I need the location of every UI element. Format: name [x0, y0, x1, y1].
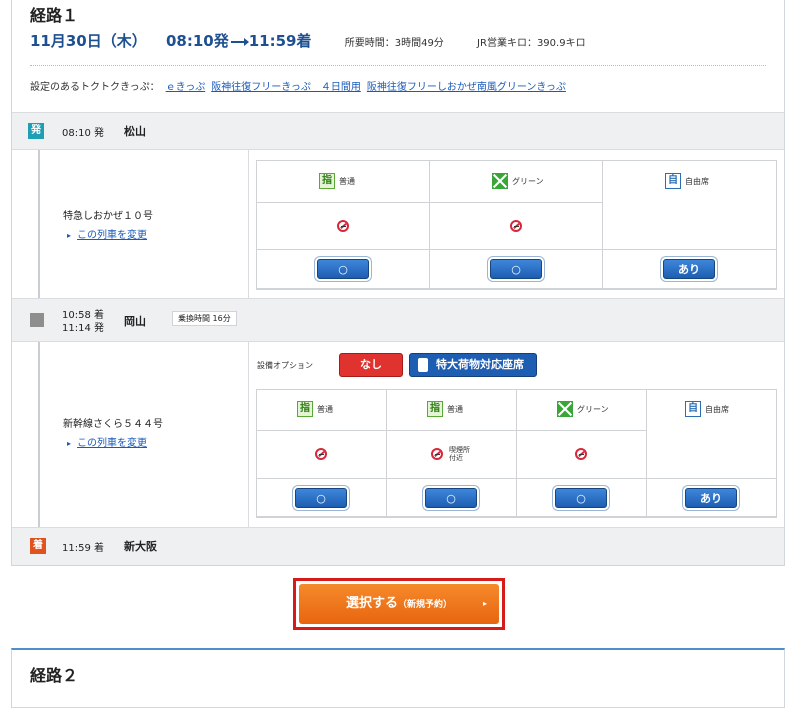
seat-select-cell: あり — [647, 479, 776, 517]
seat-type-cell: 自自由席 — [603, 161, 776, 250]
divider — [12, 341, 784, 342]
route-line — [38, 150, 40, 298]
tokutoku-tickets: 設定のあるトクトクきっぷ： ｅきっぷ 阪神往復フリーきっぷ ４日間用 阪神往復フリーし… — [30, 78, 566, 93]
seat-type-label: 自由席 — [685, 176, 709, 186]
select-route-button[interactable]: 選択する（新規予約） ▸ — [299, 584, 499, 624]
seat-type-label: 自由席 — [705, 404, 729, 414]
seat-status-cell — [257, 431, 387, 479]
unreserved-seat-icon: 自 — [685, 401, 701, 417]
chevron-right-icon: ▸ — [482, 599, 487, 608]
seat-select-cell: ○ — [430, 250, 603, 289]
tokutoku-link-hanshin-4day[interactable]: 阪神往復フリーきっぷ ４日間用 — [211, 82, 361, 93]
divider — [248, 342, 249, 527]
seat-status-cell — [517, 431, 647, 479]
seat-select-cell: ○ — [257, 479, 387, 517]
route-date: 11月30日（木） — [30, 32, 147, 50]
seat-type-cell: 自自由席 — [647, 390, 776, 479]
green-car-icon — [557, 401, 573, 417]
select-seat-button[interactable]: ○ — [295, 488, 347, 508]
select-seat-button[interactable]: ○ — [317, 259, 369, 279]
divider — [30, 65, 766, 66]
no-smoking-icon — [431, 448, 443, 460]
arrow-right-icon — [230, 37, 249, 46]
route-summary: 11月30日（木） 08:10発 11:59着 所要時間：3時間49分 JR営業キ… — [30, 30, 586, 51]
transfer-badge — [30, 313, 44, 327]
seat-type-cell: グリーン — [517, 390, 647, 431]
seat-type-label: 普通 — [447, 404, 463, 414]
seat-type-cell: グリーン — [430, 161, 603, 203]
route-title: 経路１ — [30, 6, 79, 25]
seat-type-cell: 指普通 — [257, 161, 430, 203]
train-name-2: 新幹線さくら５４４号 — [63, 419, 163, 430]
route-depart-time: 08:10発 — [165, 32, 229, 50]
transfer-time-badge: 乗換時間 16分 — [172, 311, 237, 326]
departure-time: 08:10 発 — [62, 128, 104, 139]
select-green-button[interactable]: ○ — [555, 488, 607, 508]
option-large-label: 特大荷物対応座席 — [436, 358, 524, 371]
smoking-room-note: 喫煙所 付近 — [449, 446, 470, 462]
departure-station-name: 松山 — [124, 125, 146, 138]
seat-type-cell: 指普通 — [387, 390, 517, 431]
reserved-seat-icon: 指 — [297, 401, 313, 417]
seat-status-cell — [430, 203, 603, 250]
option-large-luggage-button[interactable]: 特大荷物対応座席 — [409, 353, 537, 377]
seat-type-label: グリーン — [577, 404, 609, 414]
no-smoking-icon — [337, 220, 349, 232]
seat-select-cell: あり — [603, 250, 776, 289]
select-seat-button[interactable]: ○ — [425, 488, 477, 508]
arrival-station-name: 新大阪 — [124, 540, 157, 553]
route-line — [38, 342, 40, 527]
option-none-button[interactable]: なし — [339, 353, 403, 377]
seat-status-cell: 喫煙所 付近 — [387, 431, 517, 479]
divider — [12, 149, 784, 150]
seat-type-label: 普通 — [317, 404, 333, 414]
reserved-seat-icon: 指 — [319, 173, 335, 189]
seat-type-label: 普通 — [339, 176, 355, 186]
select-button-sub: （新規予約） — [398, 600, 453, 610]
arrival-time: 11:59 着 — [62, 543, 104, 554]
tokutoku-link-hanshin-green[interactable]: 阪神往復フリーしおかぜ南風グリーンきっぷ — [367, 82, 566, 93]
no-smoking-icon — [315, 448, 327, 460]
select-unreserved-button[interactable]: あり — [685, 488, 737, 508]
select-green-button[interactable]: ○ — [490, 259, 542, 279]
no-smoking-icon — [510, 220, 522, 232]
route-title-2: 経路２ — [30, 666, 79, 685]
train-name-1: 特急しおかぜ１０号 — [63, 211, 153, 222]
route-distance: JR営業キロ：390.9キロ — [477, 38, 586, 49]
unreserved-seat-icon: 自 — [665, 173, 681, 189]
change-train-link-2[interactable]: この列車を変更 — [67, 434, 147, 449]
divider — [248, 150, 249, 298]
select-button-label: 選択する — [345, 596, 398, 611]
seat-select-cell: ○ — [257, 250, 430, 289]
tokutoku-label: 設定のあるトクトクきっぷ： — [30, 82, 160, 93]
seat-select-cell: ○ — [387, 479, 517, 517]
seat-status-cell — [257, 203, 430, 250]
route-duration: 所要時間：3時間49分 — [344, 38, 444, 49]
luggage-icon — [418, 358, 428, 372]
arrival-badge: 着 — [30, 538, 46, 554]
seat-grid-2: 指普通 ○ 指普通 喫煙所 付近 ○ グリーン ○ 自自由席 あり — [256, 389, 777, 518]
green-car-icon — [492, 173, 508, 189]
station-row-transfer: 10:58 着 11:14 発 岡山 乗換時間 16分 — [12, 299, 784, 341]
seat-type-label: グリーン — [512, 176, 544, 186]
route-arrive-time: 11:59着 — [248, 32, 312, 50]
station-row-departure: 発 08:10 発 松山 — [12, 113, 784, 149]
tokutoku-link-ekippu[interactable]: ｅきっぷ — [166, 82, 206, 93]
station-row-arrival: 着 11:59 着 新大阪 — [12, 528, 784, 565]
select-unreserved-button[interactable]: あり — [663, 259, 715, 279]
seat-select-cell: ○ — [517, 479, 647, 517]
change-train-link-1[interactable]: この列車を変更 — [67, 226, 147, 241]
transfer-depart-time: 11:14 発 — [62, 323, 104, 334]
reserved-seat-icon: 指 — [427, 401, 443, 417]
no-smoking-icon — [575, 448, 587, 460]
transfer-station-name: 岡山 — [124, 315, 146, 328]
option-label: 設備オプション — [257, 361, 313, 370]
route-card-2 — [11, 648, 785, 708]
departure-badge: 発 — [28, 123, 44, 139]
seat-type-cell: 指普通 — [257, 390, 387, 431]
seat-grid-1: 指普通 ○ グリーン ○ 自自由席 あり — [256, 160, 777, 290]
